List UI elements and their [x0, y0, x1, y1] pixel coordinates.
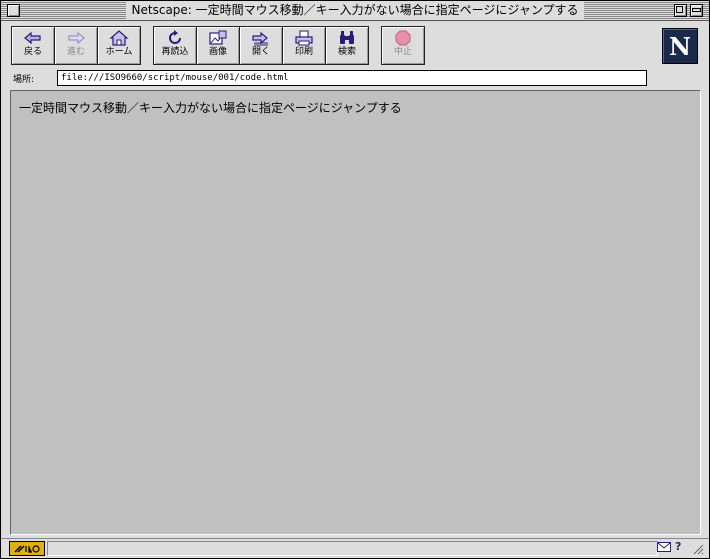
- browser-window: Netscape: 一定時間マウス移動／キー入力がない場合に指定ページにジャンプ…: [0, 0, 710, 559]
- back-label: 戻る: [23, 47, 42, 57]
- home-label: ホーム: [105, 47, 133, 57]
- location-label: 場所:: [13, 75, 35, 85]
- status-text: [47, 541, 658, 556]
- zoom-box[interactable]: [674, 4, 687, 17]
- stop-icon: [395, 30, 411, 46]
- page-content: 一定時間マウス移動／キー入力がない場合に指定ページにジャンプする: [10, 90, 701, 535]
- location-bar: 場所: file:///ISO9660/script/mouse/001/cod…: [1, 68, 709, 88]
- images-button[interactable]: 画像: [196, 26, 240, 65]
- open-icon: [252, 31, 268, 46]
- mail-icon[interactable]: [657, 542, 671, 552]
- close-box[interactable]: [7, 4, 20, 17]
- collapse-box[interactable]: [690, 4, 703, 17]
- print-label: 印刷: [294, 47, 313, 57]
- stop-button[interactable]: 中止: [381, 26, 425, 65]
- title-bar[interactable]: Netscape: 一定時間マウス移動／キー入力がない場合に指定ページにジャンプ…: [1, 1, 709, 21]
- forward-button[interactable]: 進む: [54, 26, 98, 65]
- open-label: 開く: [251, 47, 270, 57]
- reload-icon: [169, 30, 181, 44]
- status-bar: ?: [1, 538, 709, 558]
- window-title: Netscape: 一定時間マウス移動／キー入力がない場合に指定ページにジャンプ…: [125, 2, 585, 19]
- images-label: 画像: [208, 47, 227, 57]
- stop-label: 中止: [393, 47, 412, 57]
- home-icon: [109, 30, 129, 46]
- back-arrow-icon: [24, 31, 41, 45]
- back-button[interactable]: 戻る: [11, 26, 55, 65]
- help-icon[interactable]: ?: [675, 540, 681, 553]
- printer-icon: [295, 30, 313, 46]
- print-button[interactable]: 印刷: [282, 26, 326, 65]
- logo-letter: N: [669, 31, 691, 61]
- toolbar: 戻る 進む ホーム 再読込 画像 開く 印刷 検索 中止: [1, 21, 709, 67]
- resize-grip-icon[interactable]: [691, 542, 704, 555]
- find-label: 検索: [337, 47, 356, 57]
- security-icon[interactable]: [9, 541, 45, 556]
- forward-label: 進む: [66, 47, 85, 57]
- home-button[interactable]: ホーム: [97, 26, 141, 65]
- forward-arrow-icon: [68, 31, 85, 45]
- reload-button[interactable]: 再読込: [153, 26, 197, 65]
- location-input[interactable]: file:///ISO9660/script/mouse/001/code.ht…: [57, 70, 647, 86]
- images-icon: [209, 30, 227, 45]
- page-body-text: 一定時間マウス移動／キー入力がない場合に指定ページにジャンプする: [19, 101, 402, 115]
- find-button[interactable]: 検索: [325, 26, 369, 65]
- open-button[interactable]: 開く: [239, 26, 283, 65]
- netscape-logo[interactable]: N: [662, 28, 698, 64]
- reload-label: 再読込: [161, 47, 189, 57]
- binoculars-icon: [340, 31, 354, 44]
